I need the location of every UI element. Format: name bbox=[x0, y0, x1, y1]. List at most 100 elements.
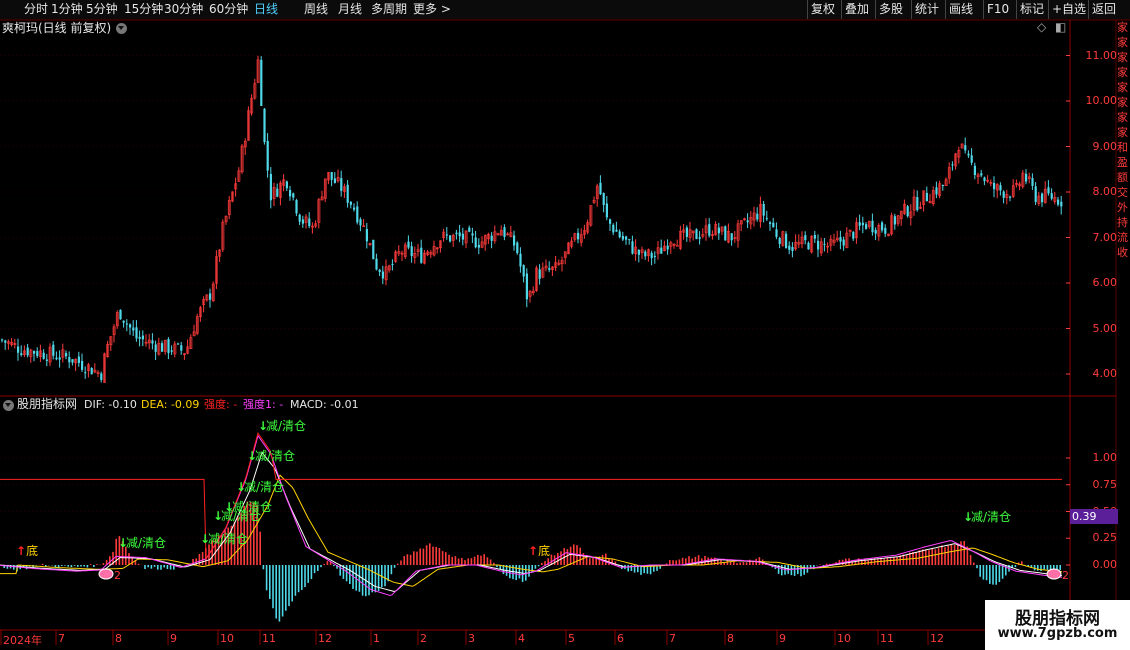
candle-body bbox=[349, 201, 352, 205]
candle-body bbox=[100, 373, 103, 381]
sell-signal-label: 减/清仓 bbox=[255, 449, 296, 463]
sell-signal-label: 减/清仓 bbox=[126, 536, 167, 550]
candle-body bbox=[356, 206, 359, 223]
sell-signal: ↓减/清仓 bbox=[247, 450, 295, 463]
candle-body bbox=[65, 353, 68, 357]
candle-body bbox=[365, 229, 368, 242]
candle-body bbox=[410, 246, 413, 257]
sell-signal: ↓减/清仓 bbox=[213, 510, 261, 523]
toolbar-button-2[interactable]: 多股 bbox=[879, 1, 903, 18]
candle-body bbox=[778, 238, 781, 244]
date-label: 12 bbox=[930, 632, 944, 645]
down-arrow-icon: ↓ bbox=[213, 509, 224, 523]
candle-body bbox=[730, 233, 733, 241]
candle-body bbox=[970, 155, 973, 163]
bottom-signal-label: 底 bbox=[26, 544, 39, 558]
candle-body bbox=[381, 271, 384, 279]
period-tab-9[interactable]: 多周期 bbox=[371, 1, 407, 18]
candle-body bbox=[644, 251, 647, 257]
price-axis-label: 10.00 bbox=[1085, 94, 1118, 107]
period-tab-1[interactable]: 1分钟 bbox=[51, 1, 83, 18]
candle-body bbox=[893, 216, 896, 225]
candle-body bbox=[698, 237, 701, 239]
candle-body bbox=[839, 237, 842, 242]
period-tab-8[interactable]: 月线 bbox=[338, 1, 362, 18]
bottom-signal-label: 底 bbox=[538, 544, 551, 558]
period-tab-10[interactable]: 更多 > bbox=[413, 1, 451, 18]
candle-body bbox=[516, 242, 519, 254]
candle-body bbox=[717, 227, 720, 234]
candle-body bbox=[55, 357, 58, 360]
candle-body bbox=[637, 249, 640, 255]
marker-label: 2 bbox=[114, 569, 121, 582]
period-tab-5[interactable]: 60分钟 bbox=[209, 1, 248, 18]
price-axis-label: 6.00 bbox=[1092, 276, 1118, 289]
candle-body bbox=[167, 339, 170, 354]
period-tab-4[interactable]: 30分钟 bbox=[164, 1, 203, 18]
candle-body bbox=[724, 226, 727, 241]
dea-value: DEA: -0.09 bbox=[141, 398, 200, 411]
watermark-url: www.7gpzb.com bbox=[997, 626, 1118, 641]
candle-body bbox=[71, 359, 74, 363]
indicator-axis-label: 0.75 bbox=[1092, 477, 1118, 491]
strength-value: 强度: - bbox=[204, 398, 238, 411]
candle-body bbox=[154, 344, 157, 352]
candle-body bbox=[135, 327, 138, 339]
period-tab-7[interactable]: 周线 bbox=[304, 1, 328, 18]
candle-body bbox=[266, 140, 269, 171]
candle-body bbox=[289, 189, 292, 197]
candle-body bbox=[138, 337, 141, 339]
period-tab-0[interactable]: 分时 bbox=[24, 1, 48, 18]
candle-body bbox=[17, 346, 20, 353]
toolbar-button-6[interactable]: 标记 bbox=[1020, 1, 1044, 18]
toolbar-button-7[interactable]: +自选 bbox=[1052, 1, 1086, 18]
toolbar-divider bbox=[1088, 0, 1089, 19]
candle-body bbox=[151, 340, 154, 344]
candle-body bbox=[1002, 191, 1005, 198]
candle-body bbox=[858, 222, 861, 226]
chart-canvas[interactable] bbox=[0, 0, 1130, 650]
candle-body bbox=[372, 239, 375, 260]
candle-body bbox=[769, 222, 772, 225]
toolbar-divider bbox=[1016, 0, 1017, 19]
candle-body bbox=[490, 235, 493, 241]
sell-signal: ↓减/清仓 bbox=[963, 511, 1011, 524]
candle-body bbox=[631, 241, 634, 254]
candle-body bbox=[52, 344, 55, 356]
candle-body bbox=[474, 237, 477, 248]
candle-body bbox=[445, 234, 448, 236]
diamond-icon[interactable]: ◇ bbox=[1037, 21, 1046, 34]
toolbar-button-8[interactable]: 返回 bbox=[1092, 1, 1116, 18]
candle-body bbox=[852, 231, 855, 239]
candle-body bbox=[935, 187, 938, 195]
candle-body bbox=[513, 235, 516, 246]
candle-body bbox=[1, 339, 4, 341]
candle-body bbox=[775, 229, 778, 237]
candle-body bbox=[346, 184, 349, 203]
date-label: 9 bbox=[779, 632, 786, 645]
panel-toggle-icon[interactable]: ◧ bbox=[1055, 21, 1066, 34]
toolbar-button-3[interactable]: 统计 bbox=[915, 1, 939, 18]
candle-body bbox=[762, 203, 765, 216]
candle-body bbox=[605, 203, 608, 218]
candle-body bbox=[695, 229, 698, 240]
sell-signal: ↓减/清仓 bbox=[236, 481, 284, 494]
toolbar-button-4[interactable]: 画线 bbox=[949, 1, 973, 18]
candle-body bbox=[865, 224, 868, 229]
candle-body bbox=[973, 165, 976, 176]
down-arrow-icon: ↓ bbox=[118, 536, 129, 550]
toolbar-button-0[interactable]: 复权 bbox=[811, 1, 835, 18]
chevron-down-icon[interactable] bbox=[3, 400, 14, 411]
period-tab-3[interactable]: 15分钟 bbox=[124, 1, 163, 18]
period-tab-6[interactable]: 日线 bbox=[254, 1, 278, 18]
candle-body bbox=[42, 352, 45, 359]
period-tab-2[interactable]: 5分钟 bbox=[86, 1, 118, 18]
candle-body bbox=[685, 227, 688, 237]
candle-body bbox=[791, 246, 794, 252]
candle-body bbox=[359, 219, 362, 226]
toolbar-button-1[interactable]: 叠加 bbox=[845, 1, 869, 18]
chevron-down-icon[interactable] bbox=[116, 23, 127, 34]
toolbar-button-5[interactable]: F10 bbox=[987, 1, 1009, 18]
candle-body bbox=[842, 239, 845, 246]
date-label: 7 bbox=[58, 632, 65, 645]
